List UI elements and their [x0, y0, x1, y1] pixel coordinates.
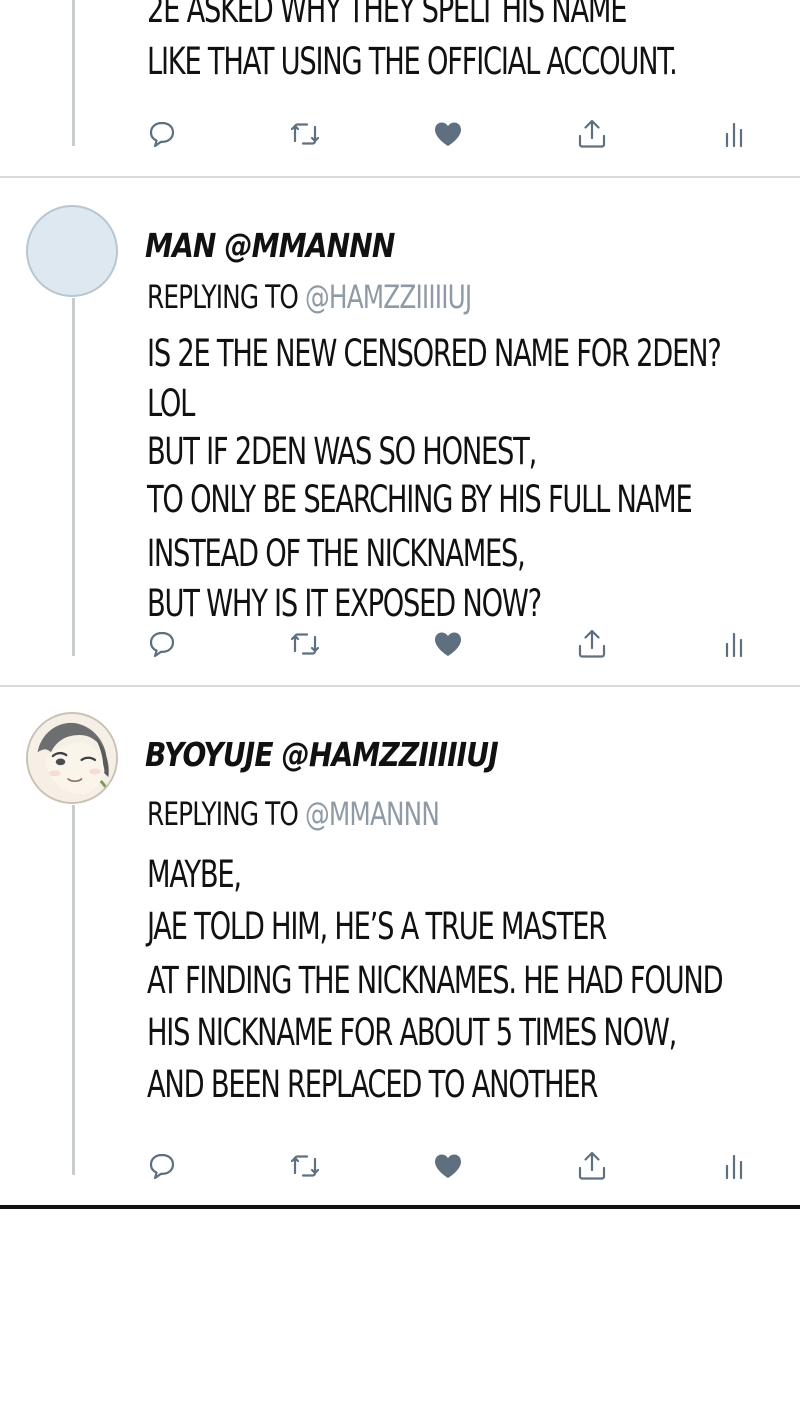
share-icon[interactable] — [574, 626, 610, 662]
tweet-text-line: MAYBE, — [147, 853, 242, 896]
analytics-icon[interactable] — [717, 1148, 753, 1184]
avatar-illustration — [28, 714, 116, 802]
tweet-text-line: JAE TOLD HIM, HE’S A TRUE MASTER — [147, 905, 607, 948]
like-icon[interactable] — [430, 116, 466, 152]
reply-icon[interactable] — [144, 116, 180, 152]
avatar[interactable] — [26, 205, 118, 297]
tweet-1: MAN @MMANNN REPLYING TO @HAMZZIIIIIUJ IS… — [0, 178, 800, 685]
tweet-text-line: AT FINDING THE NICKNAMES. HE HAD FOUND — [147, 959, 724, 1002]
tweet-text-line: LOL — [147, 382, 195, 425]
thread-line — [72, 298, 75, 656]
like-icon[interactable] — [430, 626, 466, 662]
tweet-text-line: LIKE THAT USING THE OFFICIAL ACCOUNT. — [147, 40, 678, 83]
replying-to-handle[interactable]: @MMANNN — [305, 795, 440, 833]
tweet-0: 2E ASKED WHY THEY SPELT HIS NAME LIKE TH… — [0, 0, 800, 176]
analytics-icon[interactable] — [717, 626, 753, 662]
tweet-actions — [0, 1148, 800, 1188]
tweet-text-line: BUT WHY IS IT EXPOSED NOW? — [147, 582, 542, 625]
tweet-actions — [0, 116, 800, 156]
tweet-text-line: TO ONLY BE SEARCHING BY HIS FULL NAME — [147, 478, 693, 521]
replying-to: REPLYING TO @MMANNN — [147, 795, 440, 833]
share-icon[interactable] — [574, 116, 610, 152]
tweet-text-line: BUT IF 2DEN WAS SO HONEST, — [147, 430, 537, 473]
panel-border — [0, 1205, 800, 1209]
analytics-icon[interactable] — [717, 116, 753, 152]
like-icon[interactable] — [430, 1148, 466, 1184]
author-name[interactable]: MAN @MMANNN — [145, 226, 395, 265]
reply-icon[interactable] — [144, 626, 180, 662]
share-icon[interactable] — [574, 1148, 610, 1184]
author-name[interactable]: BYOYUJE @HAMZZIIIIIUJ — [145, 735, 499, 774]
retweet-icon[interactable] — [287, 116, 323, 152]
replying-to-label: REPLYING TO — [147, 795, 306, 833]
avatar[interactable] — [26, 712, 118, 804]
tweet-text-line: 2E ASKED WHY THEY SPELT HIS NAME — [147, 0, 627, 31]
tweet-text-line: AND BEEN REPLACED TO ANOTHER — [147, 1063, 598, 1106]
retweet-icon[interactable] — [287, 1148, 323, 1184]
replying-to: REPLYING TO @HAMZZIIIIIUJ — [147, 278, 472, 316]
thread-line — [72, 805, 75, 1175]
tweet-actions — [0, 626, 800, 666]
retweet-icon[interactable] — [287, 626, 323, 662]
tweet-text-line: HIS NICKNAME FOR ABOUT 5 TIMES NOW, — [147, 1011, 677, 1054]
tweet-text-line: IS 2E THE NEW CENSORED NAME FOR 2DEN? — [147, 332, 722, 375]
replying-to-handle[interactable]: @HAMZZIIIIIUJ — [305, 278, 472, 316]
tweet-text-line: INSTEAD OF THE NICKNAMES, — [147, 532, 526, 575]
replying-to-label: REPLYING TO — [147, 278, 306, 316]
tweet-2: BYOYUJE @HAMZZIIIIIUJ REPLYING TO @MMANN… — [0, 687, 800, 1205]
reply-icon[interactable] — [144, 1148, 180, 1184]
